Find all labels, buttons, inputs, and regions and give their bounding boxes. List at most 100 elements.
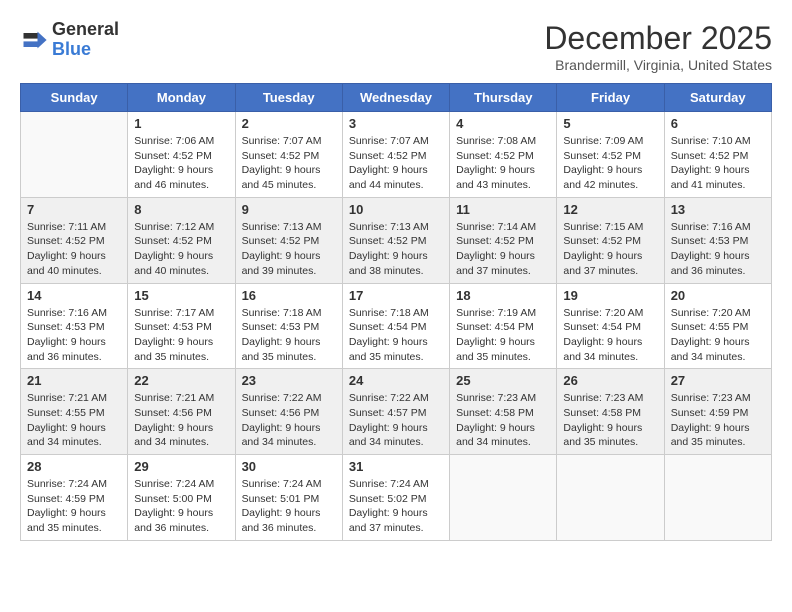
calendar-cell: 7 Sunrise: 7:11 AMSunset: 4:52 PMDaylight… [21, 197, 128, 283]
day-number: 18 [456, 288, 550, 303]
calendar-cell: 6 Sunrise: 7:10 AMSunset: 4:52 PMDaylight… [664, 112, 771, 198]
day-info: Sunrise: 7:07 AMSunset: 4:52 PMDaylight:… [349, 134, 443, 193]
calendar-cell: 5 Sunrise: 7:09 AMSunset: 4:52 PMDaylight… [557, 112, 664, 198]
day-number: 4 [456, 116, 550, 131]
col-header-tuesday: Tuesday [235, 84, 342, 112]
calendar-cell: 25Sunrise: 7:23 AMSunset: 4:58 PMDayligh… [450, 369, 557, 455]
calendar-week-row: 7 Sunrise: 7:11 AMSunset: 4:52 PMDaylight… [21, 197, 772, 283]
day-number: 6 [671, 116, 765, 131]
day-number: 27 [671, 373, 765, 388]
calendar-cell [21, 112, 128, 198]
calendar-week-row: 14 Sunrise: 7:16 AMSunset: 4:53 PMDayligh… [21, 283, 772, 369]
calendar-cell: 15 Sunrise: 7:17 AMSunset: 4:53 PMDayligh… [128, 283, 235, 369]
day-number: 26 [563, 373, 657, 388]
day-info: Sunrise: 7:20 AMSunset: 4:55 PMDaylight:… [671, 306, 765, 365]
day-info: Sunrise: 7:23 AMSunset: 4:58 PMDaylight:… [563, 391, 657, 450]
calendar-cell [557, 455, 664, 541]
day-info: Sunrise: 7:12 AMSunset: 4:52 PMDaylight:… [134, 220, 228, 279]
calendar-cell: 11Sunrise: 7:14 AMSunset: 4:52 PMDayligh… [450, 197, 557, 283]
day-info: Sunrise: 7:06 AMSunset: 4:52 PMDaylight:… [134, 134, 228, 193]
col-header-saturday: Saturday [664, 84, 771, 112]
calendar-cell [664, 455, 771, 541]
day-number: 25 [456, 373, 550, 388]
calendar-cell: 8 Sunrise: 7:12 AMSunset: 4:52 PMDaylight… [128, 197, 235, 283]
day-info: Sunrise: 7:13 AMSunset: 4:52 PMDaylight:… [242, 220, 336, 279]
day-info: Sunrise: 7:24 AMSunset: 5:02 PMDaylight:… [349, 477, 443, 536]
day-number: 16 [242, 288, 336, 303]
day-number: 2 [242, 116, 336, 131]
col-header-monday: Monday [128, 84, 235, 112]
day-number: 14 [27, 288, 121, 303]
logo-general-text: General [52, 20, 119, 40]
calendar-cell: 27 Sunrise: 7:23 AMSunset: 4:59 PMDayligh… [664, 369, 771, 455]
day-number: 19 [563, 288, 657, 303]
day-number: 24 [349, 373, 443, 388]
calendar-cell: 18 Sunrise: 7:19 AMSunset: 4:54 PMDayligh… [450, 283, 557, 369]
day-info: Sunrise: 7:16 AMSunset: 4:53 PMDaylight:… [671, 220, 765, 279]
day-number: 21 [27, 373, 121, 388]
calendar-header-row: SundayMondayTuesdayWednesdayThursdayFrid… [21, 84, 772, 112]
calendar-cell: 16 Sunrise: 7:18 AMSunset: 4:53 PMDayligh… [235, 283, 342, 369]
logo-icon [20, 26, 48, 54]
logo: General Blue [20, 20, 119, 60]
calendar-cell: 24 Sunrise: 7:22 AMSunset: 4:57 PMDayligh… [342, 369, 449, 455]
calendar-cell: 21 Sunrise: 7:21 AMSunset: 4:55 PMDayligh… [21, 369, 128, 455]
day-info: Sunrise: 7:20 AMSunset: 4:54 PMDaylight:… [563, 306, 657, 365]
calendar-cell: 9 Sunrise: 7:13 AMSunset: 4:52 PMDaylight… [235, 197, 342, 283]
calendar-cell: 20 Sunrise: 7:20 AMSunset: 4:55 PMDayligh… [664, 283, 771, 369]
day-number: 30 [242, 459, 336, 474]
day-info: Sunrise: 7:22 AMSunset: 4:56 PMDaylight:… [242, 391, 336, 450]
day-info: Sunrise: 7:19 AMSunset: 4:54 PMDaylight:… [456, 306, 550, 365]
day-info: Sunrise: 7:24 AMSunset: 5:00 PMDaylight:… [134, 477, 228, 536]
col-header-wednesday: Wednesday [342, 84, 449, 112]
day-number: 28 [27, 459, 121, 474]
day-number: 1 [134, 116, 228, 131]
calendar-cell: 23Sunrise: 7:22 AMSunset: 4:56 PMDayligh… [235, 369, 342, 455]
day-info: Sunrise: 7:16 AMSunset: 4:53 PMDaylight:… [27, 306, 121, 365]
calendar-cell: 4Sunrise: 7:08 AMSunset: 4:52 PMDaylight… [450, 112, 557, 198]
col-header-thursday: Thursday [450, 84, 557, 112]
day-number: 5 [563, 116, 657, 131]
calendar-cell: 2 Sunrise: 7:07 AMSunset: 4:52 PMDaylight… [235, 112, 342, 198]
day-info: Sunrise: 7:14 AMSunset: 4:52 PMDaylight:… [456, 220, 550, 279]
day-info: Sunrise: 7:17 AMSunset: 4:53 PMDaylight:… [134, 306, 228, 365]
col-header-sunday: Sunday [21, 84, 128, 112]
calendar-cell: 29Sunrise: 7:24 AMSunset: 5:00 PMDayligh… [128, 455, 235, 541]
calendar-table: SundayMondayTuesdayWednesdayThursdayFrid… [20, 83, 772, 541]
calendar-cell: 3Sunrise: 7:07 AMSunset: 4:52 PMDaylight… [342, 112, 449, 198]
day-number: 13 [671, 202, 765, 217]
day-info: Sunrise: 7:21 AMSunset: 4:56 PMDaylight:… [134, 391, 228, 450]
calendar-week-row: 28 Sunrise: 7:24 AMSunset: 4:59 PMDayligh… [21, 455, 772, 541]
day-info: Sunrise: 7:10 AMSunset: 4:52 PMDaylight:… [671, 134, 765, 193]
day-number: 9 [242, 202, 336, 217]
day-number: 15 [134, 288, 228, 303]
calendar-cell: 22 Sunrise: 7:21 AMSunset: 4:56 PMDayligh… [128, 369, 235, 455]
calendar-cell: 28 Sunrise: 7:24 AMSunset: 4:59 PMDayligh… [21, 455, 128, 541]
day-info: Sunrise: 7:07 AMSunset: 4:52 PMDaylight:… [242, 134, 336, 193]
calendar-week-row: 21 Sunrise: 7:21 AMSunset: 4:55 PMDayligh… [21, 369, 772, 455]
day-info: Sunrise: 7:11 AMSunset: 4:52 PMDaylight:… [27, 220, 121, 279]
day-info: Sunrise: 7:18 AMSunset: 4:53 PMDaylight:… [242, 306, 336, 365]
calendar-cell: 26 Sunrise: 7:23 AMSunset: 4:58 PMDayligh… [557, 369, 664, 455]
day-info: Sunrise: 7:21 AMSunset: 4:55 PMDaylight:… [27, 391, 121, 450]
day-info: Sunrise: 7:13 AMSunset: 4:52 PMDaylight:… [349, 220, 443, 279]
day-info: Sunrise: 7:22 AMSunset: 4:57 PMDaylight:… [349, 391, 443, 450]
calendar-cell: 13 Sunrise: 7:16 AMSunset: 4:53 PMDayligh… [664, 197, 771, 283]
day-info: Sunrise: 7:23 AMSunset: 4:59 PMDaylight:… [671, 391, 765, 450]
calendar-cell: 30 Sunrise: 7:24 AMSunset: 5:01 PMDayligh… [235, 455, 342, 541]
calendar-cell: 14 Sunrise: 7:16 AMSunset: 4:53 PMDayligh… [21, 283, 128, 369]
day-number: 31 [349, 459, 443, 474]
calendar-cell: 1 Sunrise: 7:06 AMSunset: 4:52 PMDaylight… [128, 112, 235, 198]
day-number: 22 [134, 373, 228, 388]
day-info: Sunrise: 7:24 AMSunset: 5:01 PMDaylight:… [242, 477, 336, 536]
day-info: Sunrise: 7:09 AMSunset: 4:52 PMDaylight:… [563, 134, 657, 193]
calendar-cell [450, 455, 557, 541]
day-info: Sunrise: 7:24 AMSunset: 4:59 PMDaylight:… [27, 477, 121, 536]
day-number: 8 [134, 202, 228, 217]
title-block: December 2025 Brandermill, Virginia, Uni… [544, 20, 772, 73]
day-number: 20 [671, 288, 765, 303]
page-header: General Blue December 2025 Brandermill, … [20, 20, 772, 73]
day-info: Sunrise: 7:18 AMSunset: 4:54 PMDaylight:… [349, 306, 443, 365]
day-number: 7 [27, 202, 121, 217]
location-text: Brandermill, Virginia, United States [544, 57, 772, 73]
